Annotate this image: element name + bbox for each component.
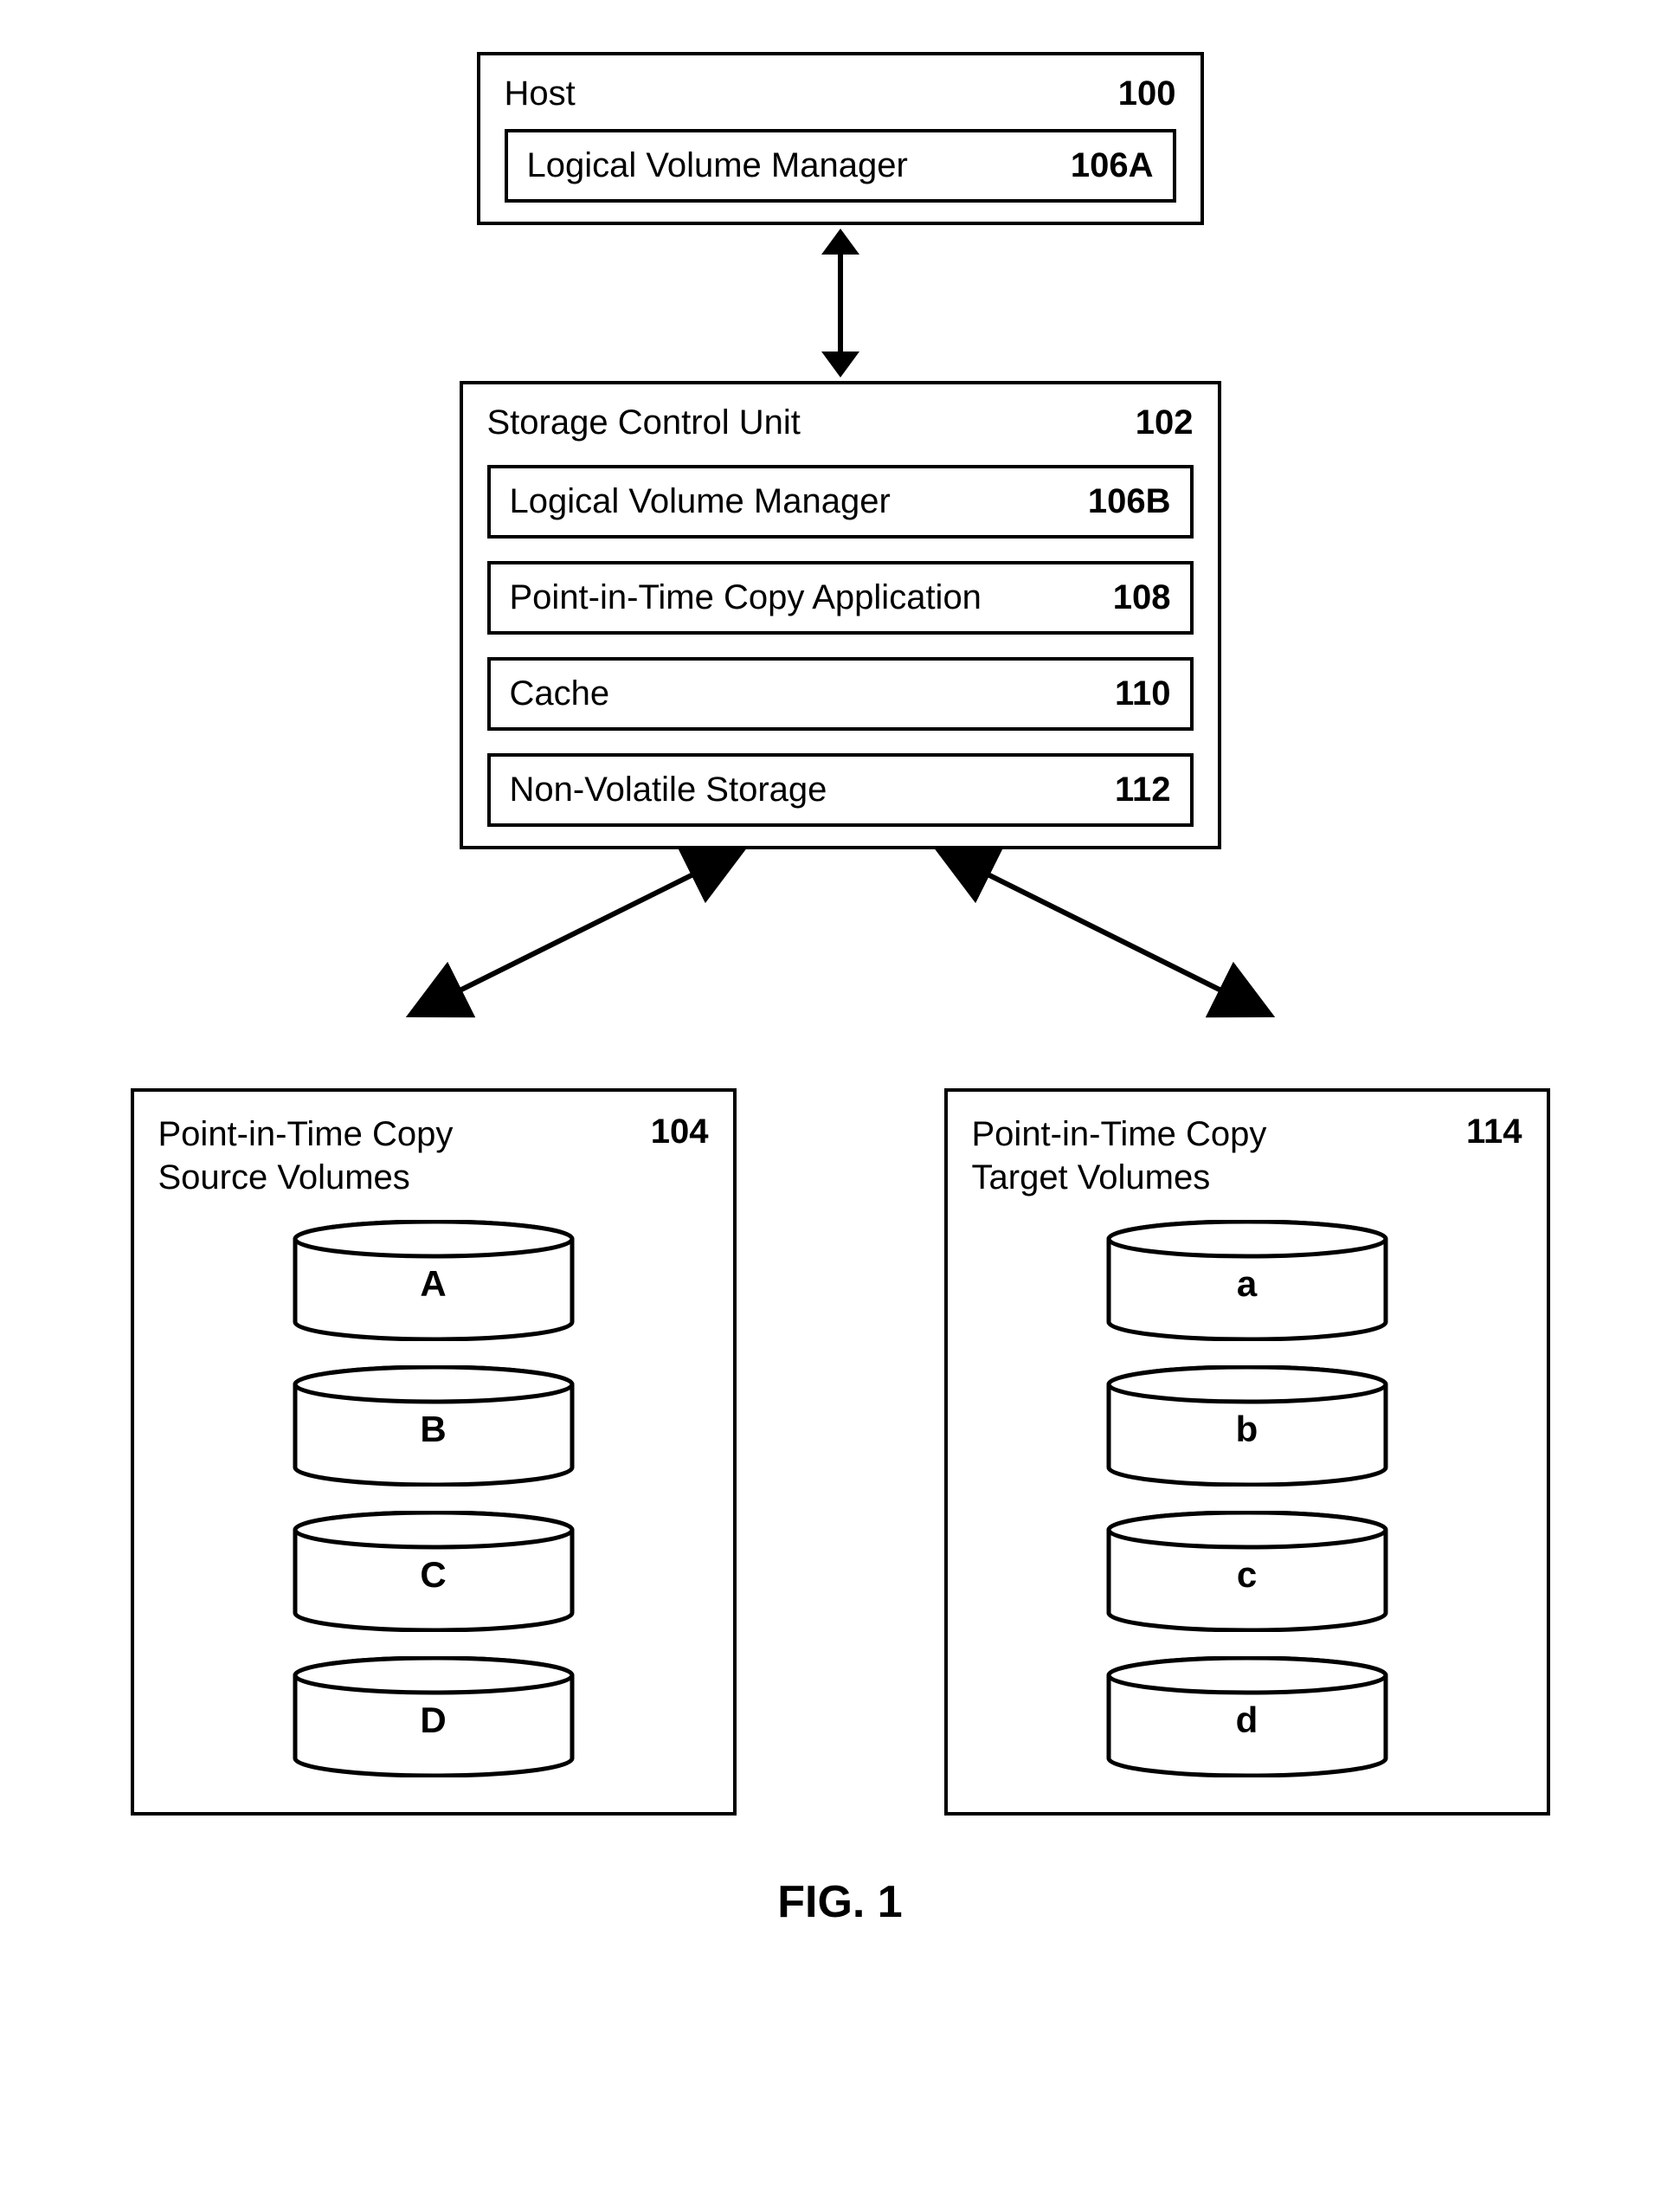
scu-pit-ref: 108 [1113, 578, 1171, 617]
target-volume-c-label: c [1237, 1554, 1257, 1596]
host-header: Host 100 [505, 74, 1176, 113]
source-volume-a: A [291, 1220, 576, 1341]
source-title: Point-in-Time Copy Source Volumes [158, 1113, 544, 1199]
scu-nvs-label: Non-Volatile Storage [510, 771, 827, 809]
target-volume-c: c [1104, 1511, 1390, 1632]
source-volume-c: C [291, 1511, 576, 1632]
source-volume-d: D [291, 1656, 576, 1777]
source-volumes-box: Point-in-Time Copy Source Volumes 104 A [131, 1088, 737, 1816]
host-lvm-label: Logical Volume Manager [527, 146, 908, 185]
host-box: Host 100 Logical Volume Manager 106A [477, 52, 1204, 225]
scu-lvm-label: Logical Volume Manager [510, 482, 891, 521]
arrows-scu-to-volumes [235, 846, 1446, 1019]
scu-nvs-ref: 112 [1115, 771, 1171, 809]
scu-label: Storage Control Unit [487, 403, 801, 442]
figure-label: FIG. 1 [777, 1876, 902, 1928]
scu-ref: 102 [1136, 403, 1194, 442]
scu-cache-ref: 110 [1115, 674, 1171, 713]
source-stack: A B C [158, 1220, 709, 1777]
target-volumes-box: Point-in-Time Copy Target Volumes 114 a [944, 1088, 1550, 1816]
target-volume-d: d [1104, 1656, 1390, 1777]
volume-groups-row: Point-in-Time Copy Source Volumes 104 A [35, 1088, 1645, 1816]
source-volume-c-label: C [420, 1554, 446, 1596]
target-volume-a-label: a [1237, 1263, 1257, 1305]
scu-lvm-box: Logical Volume Manager 106B [487, 465, 1194, 539]
source-volume-b: B [291, 1365, 576, 1487]
source-ref: 104 [651, 1113, 709, 1151]
scu-header: Storage Control Unit 102 [487, 403, 1194, 442]
scu-cache-label: Cache [510, 674, 610, 713]
scu-nvs-box: Non-Volatile Storage 112 [487, 753, 1194, 827]
host-ref: 100 [1118, 74, 1176, 113]
scu-pit-label: Point-in-Time Copy Application [510, 578, 982, 617]
target-header: Point-in-Time Copy Target Volumes 114 [972, 1113, 1522, 1199]
scu-box: Storage Control Unit 102 Logical Volume … [460, 381, 1221, 849]
host-lvm-ref: 106A [1071, 146, 1154, 185]
target-volume-d-label: d [1236, 1700, 1258, 1741]
host-label: Host [505, 74, 576, 113]
source-volume-a-label: A [420, 1263, 446, 1305]
source-volume-b-label: B [420, 1409, 446, 1450]
source-header: Point-in-Time Copy Source Volumes 104 [158, 1113, 709, 1199]
target-title: Point-in-Time Copy Target Volumes [972, 1113, 1357, 1199]
host-lvm-box: Logical Volume Manager 106A [505, 129, 1176, 203]
target-volume-b: b [1104, 1365, 1390, 1487]
scu-cache-box: Cache 110 [487, 657, 1194, 731]
scu-lvm-ref: 106B [1088, 482, 1171, 521]
target-volume-a: a [1104, 1220, 1390, 1341]
target-stack: a b c [972, 1220, 1522, 1777]
source-volume-d-label: D [420, 1700, 446, 1741]
diagram-canvas: Host 100 Logical Volume Manager 106A Sto… [35, 52, 1645, 1928]
arrow-host-scu [834, 234, 846, 372]
target-volume-b-label: b [1236, 1409, 1258, 1450]
scu-pit-box: Point-in-Time Copy Application 108 [487, 561, 1194, 635]
target-ref: 114 [1466, 1113, 1522, 1151]
